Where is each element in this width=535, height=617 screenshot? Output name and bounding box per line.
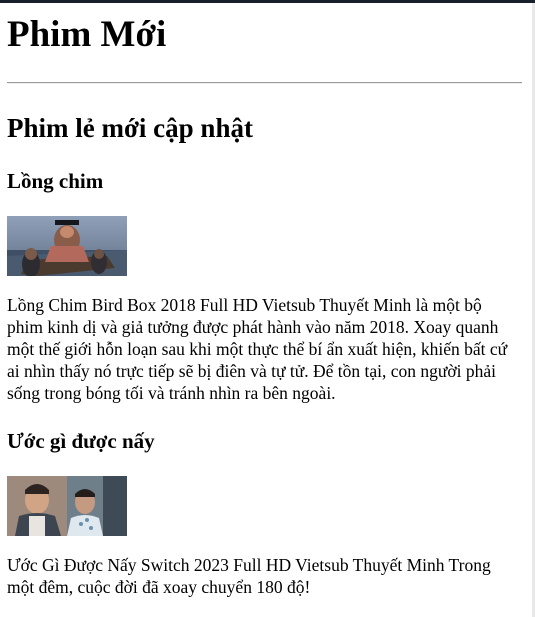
movie-item: Ước gì được nấy Ước Gì Được Nấy Switch 2… xyxy=(7,428,522,598)
movie-title[interactable]: Ước gì được nấy xyxy=(7,428,522,454)
divider xyxy=(7,82,522,84)
section-heading: Phim lẻ mới cập nhật xyxy=(7,113,253,143)
movie-title[interactable]: Lồng chim xyxy=(7,168,522,194)
page-content: Phim Mới Phim lẻ mới cập nhật Lồng chim xyxy=(7,0,522,598)
movie-item: Lồng chim Lồng Chim Bird Box 2018 Full H… xyxy=(7,168,522,404)
movie-description: Ước Gì Được Nấy Switch 2023 Full HD Viet… xyxy=(7,555,491,597)
site-title: Phim Mới xyxy=(7,14,167,55)
movie-thumbnail[interactable] xyxy=(7,216,127,276)
movie-thumbnail[interactable] xyxy=(7,476,127,536)
movie-description: Lồng Chim Bird Box 2018 Full HD Vietsub … xyxy=(7,295,508,403)
